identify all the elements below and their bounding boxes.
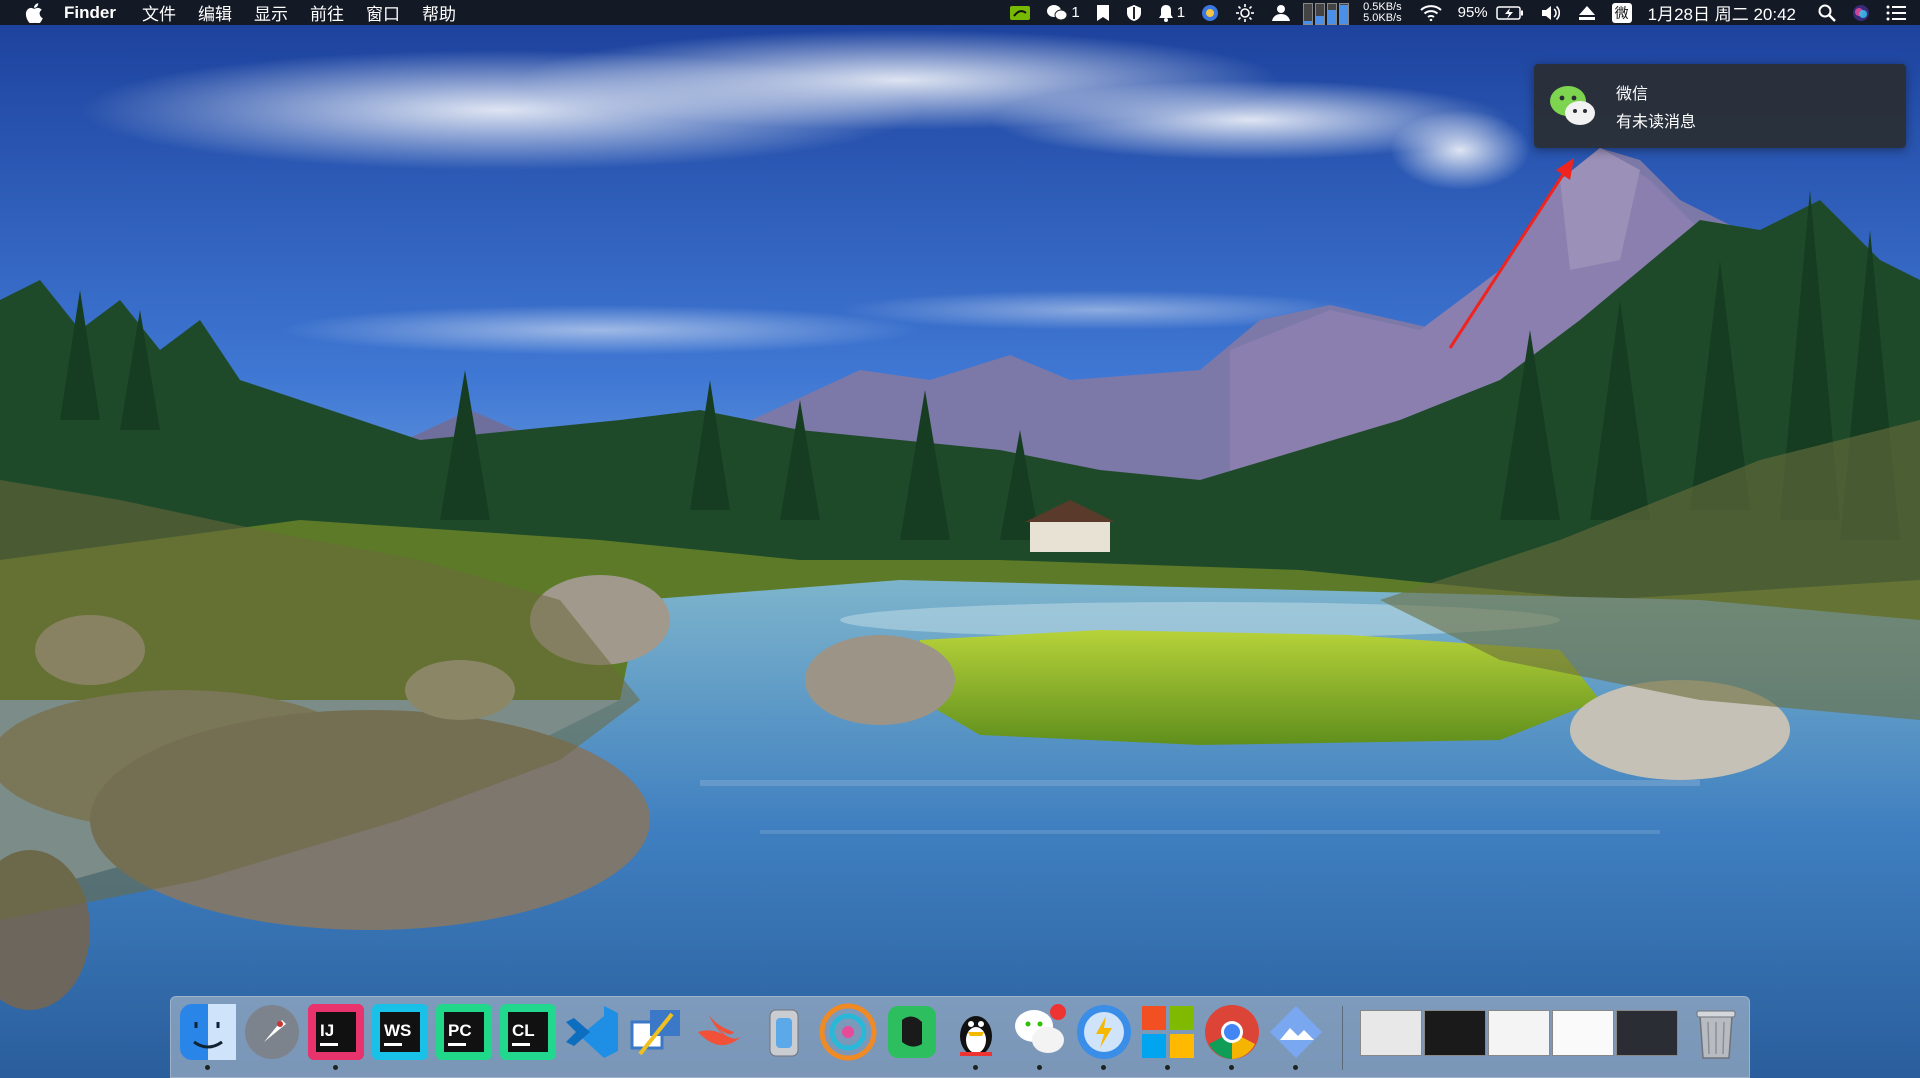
eject-icon[interactable] bbox=[1578, 0, 1596, 25]
minimized-window-5[interactable] bbox=[1616, 1010, 1678, 1056]
nvidia-icon[interactable] bbox=[1010, 0, 1031, 25]
bell-icon bbox=[1158, 4, 1173, 22]
wechat-status-item[interactable]: 1 bbox=[1046, 0, 1080, 25]
trash-icon[interactable] bbox=[1686, 1002, 1746, 1062]
user-icon[interactable] bbox=[1271, 0, 1291, 25]
cpu-gauge bbox=[1303, 3, 1314, 25]
launchpad-dock-icon[interactable] bbox=[242, 1002, 302, 1062]
running-indicator bbox=[1037, 1065, 1042, 1070]
menu-window[interactable]: 窗口 bbox=[366, 0, 400, 25]
running-indicator bbox=[1229, 1065, 1234, 1070]
battery-gauge bbox=[1339, 3, 1350, 25]
bell-count: 1 bbox=[1176, 4, 1186, 21]
apple-menu-icon[interactable] bbox=[24, 2, 44, 23]
minimized-window-4[interactable] bbox=[1552, 1010, 1614, 1056]
system-monitor-gauges[interactable] bbox=[1303, 0, 1350, 25]
bookmark-icon[interactable] bbox=[1096, 0, 1110, 25]
network-speed[interactable]: 0.5KB/s 5.0KB/s bbox=[1363, 0, 1402, 24]
notification-center-icon[interactable] bbox=[1886, 0, 1906, 25]
menu-bar: Finder 文件 编辑 显示 前往 窗口 帮助 1 1 0.5KB/s 5.0… bbox=[0, 0, 1920, 25]
brightness-icon[interactable] bbox=[1235, 0, 1255, 25]
photos-cloud-dock-icon[interactable] bbox=[1266, 1002, 1326, 1070]
siri-icon[interactable] bbox=[1852, 0, 1870, 25]
svg-text:PC: PC bbox=[448, 1021, 472, 1040]
shield-icon[interactable] bbox=[1126, 0, 1142, 25]
dock: IJ WS PC CL bbox=[170, 996, 1750, 1078]
active-app-name[interactable]: Finder bbox=[64, 3, 116, 23]
minimized-window-2[interactable] bbox=[1424, 1010, 1486, 1056]
vscode-dock-icon[interactable] bbox=[562, 1002, 622, 1062]
notification-body: 有未读消息 bbox=[1616, 114, 1697, 131]
wechat-unread-count: 1 bbox=[1071, 4, 1080, 21]
wechat-dock-icon[interactable] bbox=[1010, 1002, 1070, 1070]
browser-circle-icon[interactable] bbox=[1201, 0, 1219, 25]
running-indicator bbox=[1165, 1065, 1170, 1070]
running-indicator bbox=[1293, 1065, 1298, 1070]
menubar-clock[interactable]: 1月28日 周二 20:42 bbox=[1648, 0, 1796, 25]
intellij-idea-dock-icon[interactable]: IJ bbox=[306, 1002, 366, 1070]
menu-view[interactable]: 显示 bbox=[254, 0, 288, 25]
spotlight-search-icon[interactable] bbox=[1818, 0, 1836, 25]
notification-text: 微信 有未读消息 bbox=[1616, 80, 1696, 132]
svg-text:IJ: IJ bbox=[320, 1021, 334, 1040]
svg-text:WS: WS bbox=[384, 1021, 411, 1040]
file-transfer-dock-icon[interactable] bbox=[626, 1002, 686, 1062]
chrome-dock-icon[interactable] bbox=[1202, 1002, 1262, 1070]
finder-dock-icon[interactable] bbox=[178, 1002, 238, 1070]
trash-cleaner-dock-icon[interactable] bbox=[754, 1002, 814, 1062]
menu-edit[interactable]: 编辑 bbox=[198, 0, 232, 25]
menu-file[interactable]: 文件 bbox=[142, 0, 176, 25]
bell-status-item[interactable]: 1 bbox=[1158, 0, 1185, 25]
battery-percent[interactable]: 95% bbox=[1458, 0, 1488, 25]
download-speed: 5.0KB/s bbox=[1363, 11, 1402, 24]
svg-text:CL: CL bbox=[512, 1021, 535, 1040]
minimized-window-3[interactable] bbox=[1488, 1010, 1550, 1056]
wechat-menubar-icon bbox=[1047, 4, 1068, 20]
wechat-icon bbox=[1550, 86, 1595, 125]
upload-speed: 0.5KB/s bbox=[1363, 0, 1402, 13]
mem-gauge bbox=[1327, 3, 1338, 25]
wifi-icon[interactable] bbox=[1419, 0, 1442, 25]
ssd-gauge bbox=[1315, 3, 1326, 25]
menu-help[interactable]: 帮助 bbox=[422, 0, 456, 25]
wechat-notification[interactable]: 微信 有未读消息 bbox=[1534, 64, 1906, 148]
webstorm-dock-icon[interactable]: WS bbox=[370, 1002, 430, 1062]
input-method-icon[interactable]: 微 bbox=[1611, 2, 1632, 23]
running-indicator bbox=[1101, 1065, 1106, 1070]
microsoft-todo-dock-icon[interactable] bbox=[1138, 1002, 1198, 1070]
menu-go[interactable]: 前往 bbox=[310, 0, 344, 25]
evernote-dock-icon[interactable] bbox=[882, 1002, 942, 1062]
running-indicator bbox=[333, 1065, 338, 1070]
battery-charging-icon[interactable] bbox=[1495, 0, 1524, 25]
running-indicator bbox=[205, 1065, 210, 1070]
notification-title: 微信 bbox=[1616, 86, 1649, 103]
qq-dock-icon[interactable] bbox=[946, 1002, 1006, 1070]
minimized-window-1[interactable] bbox=[1360, 1010, 1422, 1056]
pycharm-dock-icon[interactable]: PC bbox=[434, 1002, 494, 1062]
dock-separator bbox=[1342, 1006, 1343, 1070]
swift-dock-icon[interactable] bbox=[690, 1002, 750, 1062]
desktop-wallpaper bbox=[0, 0, 1920, 1078]
clion-dock-icon[interactable]: CL bbox=[498, 1002, 558, 1062]
thunder-dock-icon[interactable] bbox=[1074, 1002, 1134, 1070]
ball-app-dock-icon[interactable] bbox=[818, 1002, 878, 1062]
running-indicator bbox=[973, 1065, 978, 1070]
volume-icon[interactable] bbox=[1540, 0, 1562, 25]
